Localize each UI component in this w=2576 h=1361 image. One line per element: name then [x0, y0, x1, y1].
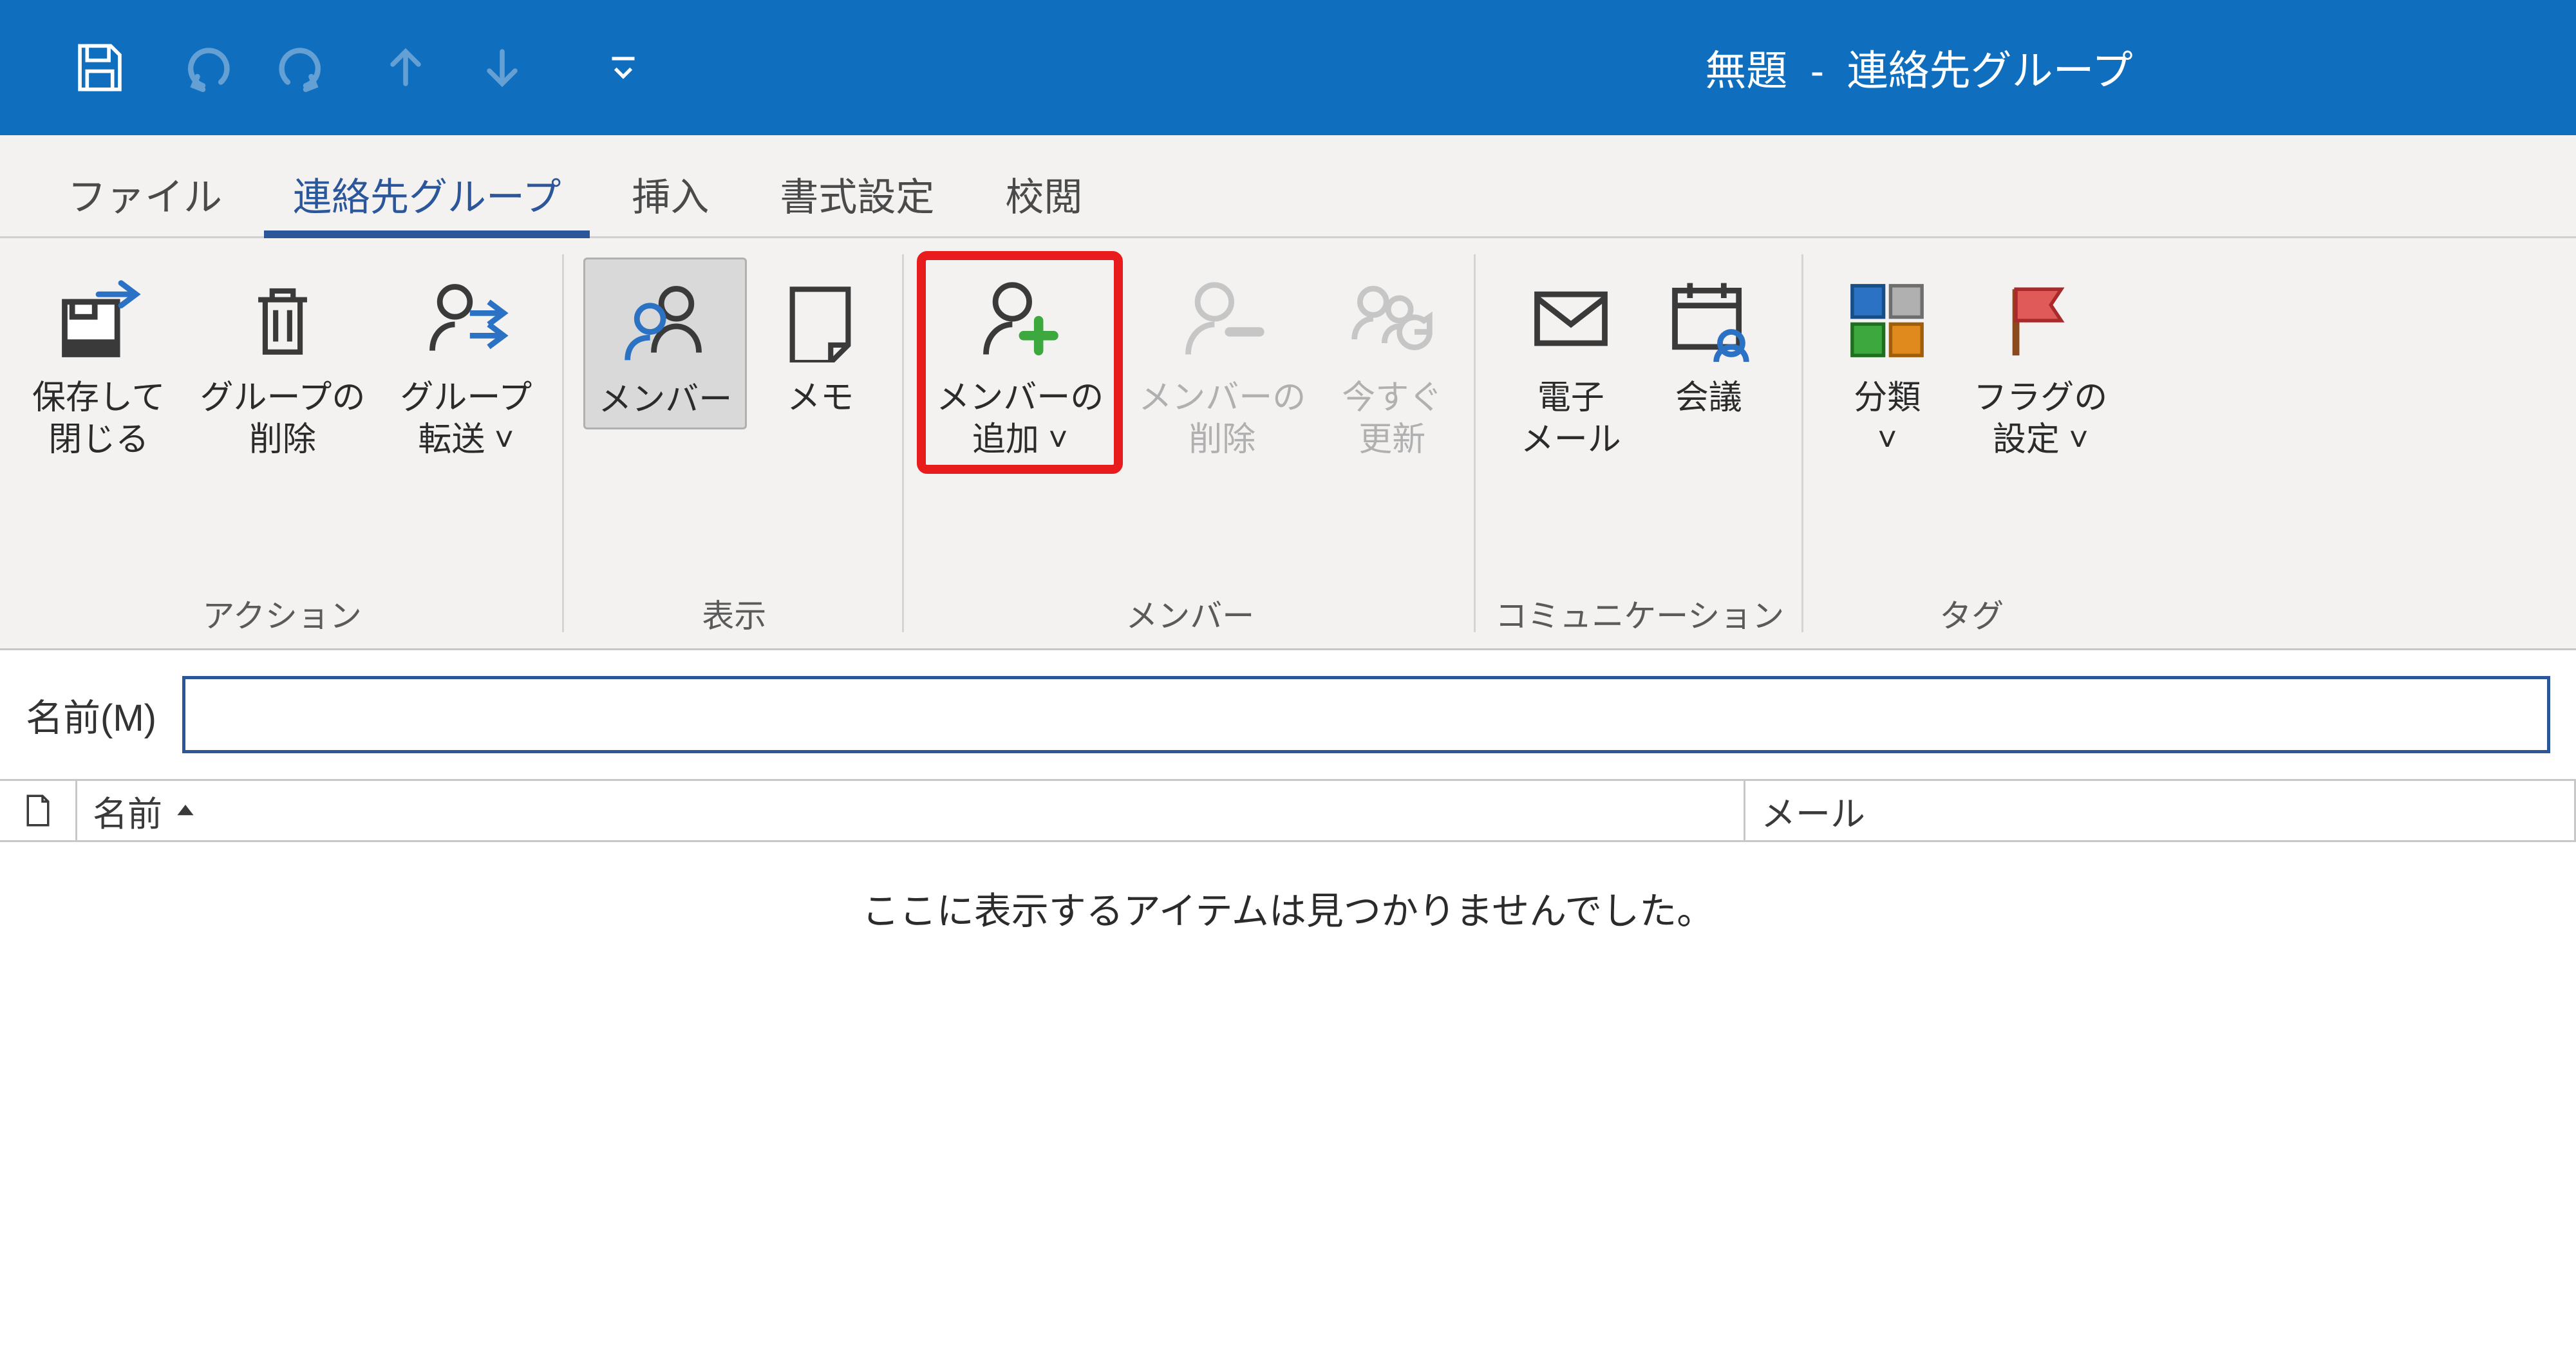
tab-file[interactable]: ファイル: [32, 147, 258, 236]
column-header-icon[interactable]: [0, 781, 77, 840]
tab-insert[interactable]: 挿入: [596, 147, 744, 236]
notes-view-button[interactable]: メモ: [756, 258, 885, 426]
ribbon-group-tags: 分類 ˅ フラグの 設定 ˅ タグ: [1803, 238, 2139, 648]
flag-icon: [1989, 269, 2092, 372]
person-add-icon: [968, 269, 1071, 372]
delete-group-button[interactable]: グループの 削除: [187, 258, 378, 467]
person-forward-icon: [415, 269, 518, 372]
save-icon[interactable]: [71, 39, 129, 97]
name-input[interactable]: [182, 676, 2550, 753]
ribbon-body: 保存して 閉じる グループの 削除: [0, 238, 2576, 650]
button-label: グループ 転送 ˅: [400, 377, 532, 461]
empty-list-message: ここに表示するアイテムは見つかりませんでした。: [0, 881, 2576, 935]
column-header-name[interactable]: 名前: [77, 781, 1745, 840]
member-list-body: ここに表示するアイテムは見つかりませんでした。: [0, 840, 2576, 1361]
save-close-icon: [47, 269, 150, 372]
trash-icon: [231, 269, 334, 372]
button-label: メンバー: [598, 379, 732, 421]
group-label: コミュニケーション: [1495, 585, 1784, 641]
button-label: 分類 ˅: [1854, 377, 1921, 461]
tab-format[interactable]: 書式設定: [744, 147, 970, 236]
button-label: メンバーの 追加 ˅: [936, 377, 1104, 461]
email-button[interactable]: 電子 メール: [1507, 258, 1635, 467]
button-label: フラグの 設定 ˅: [1973, 377, 2107, 461]
members-view-button[interactable]: メンバー: [583, 258, 747, 429]
button-label: 今すぐ 更新: [1342, 377, 1442, 461]
group-label: アクション: [202, 585, 362, 641]
group-label: 表示: [702, 585, 766, 641]
save-and-close-button[interactable]: 保存して 閉じる: [19, 258, 178, 467]
name-field-label: 名前(M): [26, 688, 156, 742]
ribbon-group-actions: 保存して 閉じる グループの 削除: [0, 238, 564, 648]
button-label: 保存して 閉じる: [32, 377, 165, 461]
note-icon: [769, 269, 872, 372]
person-remove-icon: [1170, 269, 1274, 372]
tab-review[interactable]: 校閲: [970, 147, 1118, 236]
button-label: メモ: [787, 377, 854, 419]
quick-access-toolbar: [0, 39, 641, 97]
sort-asc-icon: [174, 799, 197, 822]
member-list-header: 名前 メール: [0, 779, 2576, 840]
window-title: 無題 - 連絡先グループ: [1705, 0, 2133, 135]
calendar-meeting-icon: [1657, 269, 1760, 372]
ribbon-tabs: ファイル 連絡先グループ 挿入 書式設定 校閲: [0, 135, 2576, 238]
meeting-button[interactable]: 会議: [1644, 258, 1773, 426]
column-label: メール: [1761, 785, 1865, 836]
button-label: 会議: [1675, 377, 1742, 419]
people-refresh-icon: [1340, 269, 1443, 372]
undo-icon[interactable]: [174, 39, 232, 97]
flag-button[interactable]: フラグの 設定 ˅: [1960, 258, 2120, 467]
button-label: グループの 削除: [200, 377, 365, 461]
arrow-up-icon[interactable]: [380, 42, 431, 93]
members-icon: [614, 271, 717, 374]
categorize-button[interactable]: 分類 ˅: [1823, 258, 1951, 467]
envelope-icon: [1519, 269, 1622, 372]
categorize-icon: [1836, 269, 1939, 372]
qat-customize-dropdown-icon[interactable]: [605, 50, 641, 86]
tab-contact-group[interactable]: 連絡先グループ: [258, 147, 596, 236]
update-now-button: 今すぐ 更新: [1328, 258, 1456, 467]
column-header-mail[interactable]: メール: [1745, 781, 2576, 840]
title-bar: 無題 - 連絡先グループ: [0, 0, 2576, 135]
remove-member-button: メンバーの 削除: [1125, 258, 1319, 467]
button-label: 電子 メール: [1521, 377, 1621, 461]
name-field-row: 名前(M): [0, 650, 2576, 779]
group-label: タグ: [1939, 585, 2004, 641]
ribbon-group-communication: 電子 メール 会議 コミュニケーション: [1476, 238, 1803, 648]
arrow-down-icon[interactable]: [476, 42, 528, 93]
redo-icon[interactable]: [277, 39, 335, 97]
ribbon-group-members: メンバーの 追加 ˅ メンバーの 削除: [904, 238, 1476, 648]
ribbon-group-show: メンバー メモ 表示: [564, 238, 904, 648]
button-label: メンバーの 削除: [1138, 377, 1306, 461]
add-member-button[interactable]: メンバーの 追加 ˅: [923, 258, 1116, 467]
forward-group-button[interactable]: グループ 転送 ˅: [387, 258, 545, 467]
column-label: 名前: [93, 785, 162, 836]
group-label: メンバー: [1125, 585, 1254, 641]
